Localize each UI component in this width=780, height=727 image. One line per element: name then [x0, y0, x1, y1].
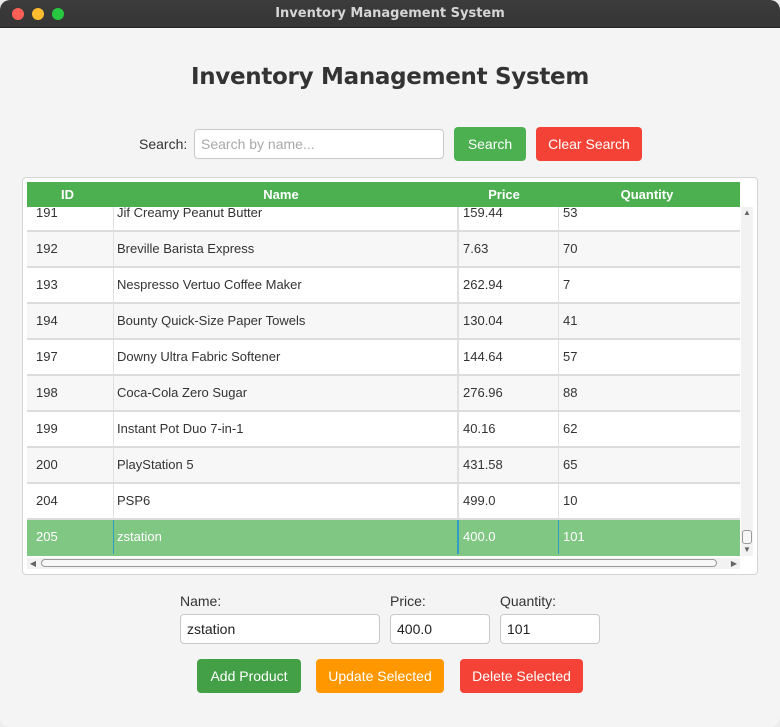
cell-quantity: 62 [558, 412, 740, 446]
cell-quantity: 7 [558, 268, 740, 302]
cell-quantity: 101 [558, 520, 740, 554]
page-title: Inventory Management System [190, 64, 590, 90]
cell-id: 199 [36, 421, 58, 436]
cell-id: 197 [36, 349, 58, 364]
cell-price: 262.94 [458, 268, 558, 302]
table-row[interactable]: 200 PlayStation 5 431.58 65 [27, 448, 740, 484]
title-bar: Inventory Management System [0, 0, 780, 28]
table-header: ID Name Price Quantity [27, 182, 740, 207]
name-label: Name: [180, 593, 222, 609]
chevron-up-icon[interactable]: ▲ [741, 207, 753, 219]
cell-name: Downy Ultra Fabric Softener [113, 340, 458, 374]
search-input[interactable] [194, 129, 444, 159]
cell-quantity: 53 [558, 207, 740, 230]
cell-id: 194 [36, 313, 58, 328]
cell-name: Nespresso Vertuo Coffee Maker [113, 268, 458, 302]
cell-price: 40.16 [458, 412, 558, 446]
table-row[interactable]: 199 Instant Pot Duo 7-in-1 40.16 62 [27, 412, 740, 448]
cell-name: PSP6 [113, 484, 458, 518]
cell-price: 400.0 [458, 520, 558, 554]
cell-quantity: 41 [558, 304, 740, 338]
cell-quantity: 88 [558, 376, 740, 410]
clear-search-button[interactable]: Clear Search [536, 127, 642, 161]
table-row[interactable]: 205 zstation 400.0 101 [27, 520, 740, 556]
cell-id: 200 [36, 457, 58, 472]
cell-name: Instant Pot Duo 7-in-1 [113, 412, 458, 446]
window-title: Inventory Management System [275, 6, 505, 21]
horizontal-scroll-thumb[interactable] [41, 559, 717, 567]
cell-name: PlayStation 5 [113, 448, 458, 482]
add-product-button[interactable]: Add Product [197, 659, 301, 693]
table-body: 191 Jif Creamy Peanut Butter 159.44 53 192 Br… [27, 207, 740, 556]
cell-quantity: 65 [558, 448, 740, 482]
table-row[interactable]: 204 PSP6 499.0 10 [27, 484, 740, 520]
table-row[interactable]: 197 Downy Ultra Fabric Softener 144.64 57 [27, 340, 740, 376]
column-header-name[interactable]: Name [108, 182, 454, 207]
cell-price: 431.58 [458, 448, 558, 482]
cell-name: Bounty Quick-Size Paper Towels [113, 304, 458, 338]
table-row[interactable]: 194 Bounty Quick-Size Paper Towels 130.04 4… [27, 304, 740, 340]
table-row[interactable]: 192 Breville Barista Express 7.63 70 [27, 232, 740, 268]
search-label: Search: [139, 136, 188, 152]
cell-price: 159.44 [458, 207, 558, 230]
horizontal-scrollbar[interactable]: ◀ ▶ [27, 558, 740, 569]
cell-quantity: 10 [558, 484, 740, 518]
cell-quantity: 57 [558, 340, 740, 374]
cell-price: 144.64 [458, 340, 558, 374]
chevron-right-icon[interactable]: ▶ [728, 558, 740, 569]
cell-price: 276.96 [458, 376, 558, 410]
cell-id: 204 [36, 493, 58, 508]
cell-id: 193 [36, 277, 58, 292]
update-selected-button[interactable]: Update Selected [316, 659, 444, 693]
vertical-scrollbar[interactable]: ▲ ▼ [741, 207, 753, 556]
chevron-down-icon[interactable]: ▼ [741, 544, 753, 556]
column-header-quantity[interactable]: Quantity [554, 182, 740, 207]
vertical-scroll-thumb[interactable] [742, 530, 752, 544]
name-field[interactable] [180, 614, 380, 644]
price-field[interactable] [390, 614, 490, 644]
column-header-id[interactable]: ID [27, 182, 108, 207]
cell-quantity: 70 [558, 232, 740, 266]
delete-selected-button[interactable]: Delete Selected [460, 659, 583, 693]
cell-price: 130.04 [458, 304, 558, 338]
inventory-table: ID Name Price Quantity 191 Jif Creamy Pea… [22, 177, 758, 575]
chevron-left-icon[interactable]: ◀ [27, 558, 39, 569]
cell-name: zstation [113, 520, 458, 554]
search-button[interactable]: Search [454, 127, 526, 161]
cell-price: 7.63 [458, 232, 558, 266]
table-row[interactable]: 198 Coca-Cola Zero Sugar 276.96 88 [27, 376, 740, 412]
cell-id: 198 [36, 385, 58, 400]
cell-id: 205 [36, 529, 58, 544]
app-window: Inventory Management System Inventory Ma… [0, 0, 780, 727]
cell-id: 191 [36, 207, 58, 220]
table-row[interactable]: 191 Jif Creamy Peanut Butter 159.44 53 [27, 207, 740, 232]
column-header-price[interactable]: Price [454, 182, 554, 207]
price-label: Price: [390, 593, 426, 609]
table-row[interactable]: 193 Nespresso Vertuo Coffee Maker 262.94 7 [27, 268, 740, 304]
quantity-field[interactable] [500, 614, 600, 644]
cell-id: 192 [36, 241, 58, 256]
quantity-label: Quantity: [500, 593, 557, 609]
cell-price: 499.0 [458, 484, 558, 518]
cell-name: Jif Creamy Peanut Butter [113, 207, 458, 230]
cell-name: Breville Barista Express [113, 232, 458, 266]
cell-name: Coca-Cola Zero Sugar [113, 376, 458, 410]
